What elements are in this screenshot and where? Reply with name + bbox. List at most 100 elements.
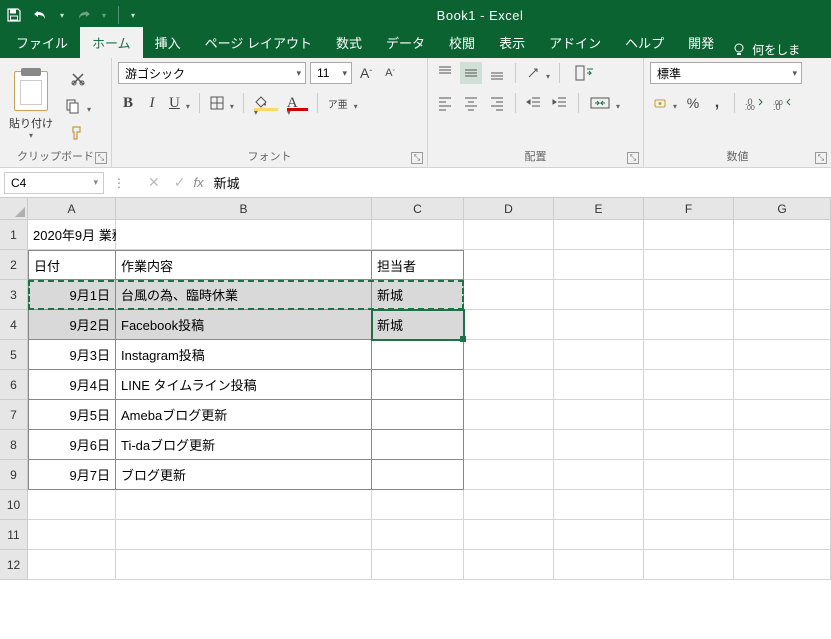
cell-G10[interactable] bbox=[734, 490, 831, 520]
spreadsheet-grid[interactable]: ABCDEFG 123456789101112 2020年9月 業務日報日付作業… bbox=[0, 198, 831, 580]
tab-addin[interactable]: アドイン bbox=[537, 27, 613, 58]
row-head-12[interactable]: 12 bbox=[0, 550, 28, 580]
phonetic-button[interactable]: ア亜 bbox=[325, 92, 360, 114]
cell-C1[interactable] bbox=[372, 220, 464, 250]
decrease-font-icon[interactable]: Aˇ bbox=[380, 62, 400, 84]
cell-A3[interactable]: 9月1日 bbox=[28, 280, 116, 310]
underline-button[interactable]: U bbox=[166, 92, 192, 114]
cell-F5[interactable] bbox=[644, 340, 734, 370]
cell-B9[interactable]: ブログ更新 bbox=[116, 460, 372, 490]
cell-F3[interactable] bbox=[644, 280, 734, 310]
row-head-3[interactable]: 3 bbox=[0, 280, 28, 310]
cell-E1[interactable] bbox=[554, 220, 644, 250]
row-head-10[interactable]: 10 bbox=[0, 490, 28, 520]
cell-E11[interactable] bbox=[554, 520, 644, 550]
cell-B7[interactable]: Amebaブログ更新 bbox=[116, 400, 372, 430]
cell-B6[interactable]: LINE タイムライン投稿 bbox=[116, 370, 372, 400]
cell-D2[interactable] bbox=[464, 250, 554, 280]
cell-F12[interactable] bbox=[644, 550, 734, 580]
cell-C12[interactable] bbox=[372, 550, 464, 580]
font-name-combo[interactable]: 游ゴシック bbox=[118, 62, 306, 84]
cell-E4[interactable] bbox=[554, 310, 644, 340]
name-box[interactable]: C4 bbox=[4, 172, 104, 194]
cell-E9[interactable] bbox=[554, 460, 644, 490]
cell-E2[interactable] bbox=[554, 250, 644, 280]
select-all-corner[interactable] bbox=[0, 198, 28, 220]
fill-color-button[interactable] bbox=[251, 92, 280, 114]
cell-D5[interactable] bbox=[464, 340, 554, 370]
align-middle-icon[interactable] bbox=[460, 62, 482, 84]
cancel-icon[interactable]: ✕ bbox=[148, 174, 160, 191]
cell-D3[interactable] bbox=[464, 280, 554, 310]
clipboard-launcher-icon[interactable]: ⤡ bbox=[95, 152, 107, 164]
cell-D6[interactable] bbox=[464, 370, 554, 400]
tab-file[interactable]: ファイル bbox=[4, 27, 80, 58]
align-bottom-icon[interactable] bbox=[486, 62, 508, 84]
tab-review[interactable]: 校閲 bbox=[437, 27, 487, 58]
col-head-F[interactable]: F bbox=[644, 198, 734, 220]
orientation-button[interactable] bbox=[523, 62, 552, 84]
cell-F10[interactable] bbox=[644, 490, 734, 520]
cell-G1[interactable] bbox=[734, 220, 831, 250]
col-head-B[interactable]: B bbox=[116, 198, 372, 220]
cell-G7[interactable] bbox=[734, 400, 831, 430]
row-head-7[interactable]: 7 bbox=[0, 400, 28, 430]
alignment-launcher-icon[interactable]: ⤡ bbox=[627, 152, 639, 164]
number-launcher-icon[interactable]: ⤡ bbox=[815, 152, 827, 164]
cell-E5[interactable] bbox=[554, 340, 644, 370]
cell-B12[interactable] bbox=[116, 550, 372, 580]
cell-D7[interactable] bbox=[464, 400, 554, 430]
number-format-combo[interactable]: 標準 bbox=[650, 62, 802, 84]
cell-F11[interactable] bbox=[644, 520, 734, 550]
cell-C9[interactable] bbox=[372, 460, 464, 490]
cell-A11[interactable] bbox=[28, 520, 116, 550]
align-top-icon[interactable] bbox=[434, 62, 456, 84]
copy-icon[interactable] bbox=[62, 95, 93, 117]
increase-font-icon[interactable]: Aˆ bbox=[356, 62, 376, 84]
merge-center-button[interactable] bbox=[586, 92, 622, 114]
formula-text[interactable]: 新城 bbox=[214, 173, 240, 192]
cell-E6[interactable] bbox=[554, 370, 644, 400]
cell-C10[interactable] bbox=[372, 490, 464, 520]
font-size-combo[interactable]: 11 bbox=[310, 62, 352, 84]
row-head-5[interactable]: 5 bbox=[0, 340, 28, 370]
cell-C11[interactable] bbox=[372, 520, 464, 550]
cell-F8[interactable] bbox=[644, 430, 734, 460]
cell-B3[interactable]: 台風の為、臨時休業 bbox=[116, 280, 372, 310]
col-head-E[interactable]: E bbox=[554, 198, 644, 220]
wrap-text-button[interactable] bbox=[567, 62, 603, 84]
tab-pagelayout[interactable]: ページ レイアウト bbox=[193, 27, 324, 58]
cell-B8[interactable]: Ti-daブログ更新 bbox=[116, 430, 372, 460]
cell-G11[interactable] bbox=[734, 520, 831, 550]
undo-dropdown-icon[interactable]: ▾ bbox=[60, 11, 64, 20]
col-head-D[interactable]: D bbox=[464, 198, 554, 220]
borders-button[interactable] bbox=[207, 92, 236, 114]
cell-F2[interactable] bbox=[644, 250, 734, 280]
font-color-button[interactable]: A bbox=[284, 92, 310, 114]
cell-E8[interactable] bbox=[554, 430, 644, 460]
cell-E7[interactable] bbox=[554, 400, 644, 430]
cell-F7[interactable] bbox=[644, 400, 734, 430]
namebox-insert-icon[interactable]: ⋮ bbox=[104, 176, 134, 190]
cell-E10[interactable] bbox=[554, 490, 644, 520]
col-head-C[interactable]: C bbox=[372, 198, 464, 220]
cell-A1[interactable]: 2020年9月 業務日報 bbox=[28, 220, 116, 250]
cell-G4[interactable] bbox=[734, 310, 831, 340]
row-head-8[interactable]: 8 bbox=[0, 430, 28, 460]
increase-decimal-icon[interactable]: .0.00 bbox=[742, 92, 766, 114]
cell-G5[interactable] bbox=[734, 340, 831, 370]
cell-D9[interactable] bbox=[464, 460, 554, 490]
tab-home[interactable]: ホーム bbox=[80, 27, 143, 58]
cell-D4[interactable] bbox=[464, 310, 554, 340]
row-head-4[interactable]: 4 bbox=[0, 310, 28, 340]
increase-indent-icon[interactable] bbox=[549, 92, 571, 114]
tab-view[interactable]: 表示 bbox=[487, 27, 537, 58]
cell-B2[interactable]: 作業内容 bbox=[116, 250, 372, 280]
cell-A6[interactable]: 9月4日 bbox=[28, 370, 116, 400]
cell-F6[interactable] bbox=[644, 370, 734, 400]
italic-button[interactable]: I bbox=[142, 92, 162, 114]
cell-B11[interactable] bbox=[116, 520, 372, 550]
cell-C2[interactable]: 担当者 bbox=[372, 250, 464, 280]
cell-E12[interactable] bbox=[554, 550, 644, 580]
cell-C4[interactable]: 新城 bbox=[372, 310, 464, 340]
